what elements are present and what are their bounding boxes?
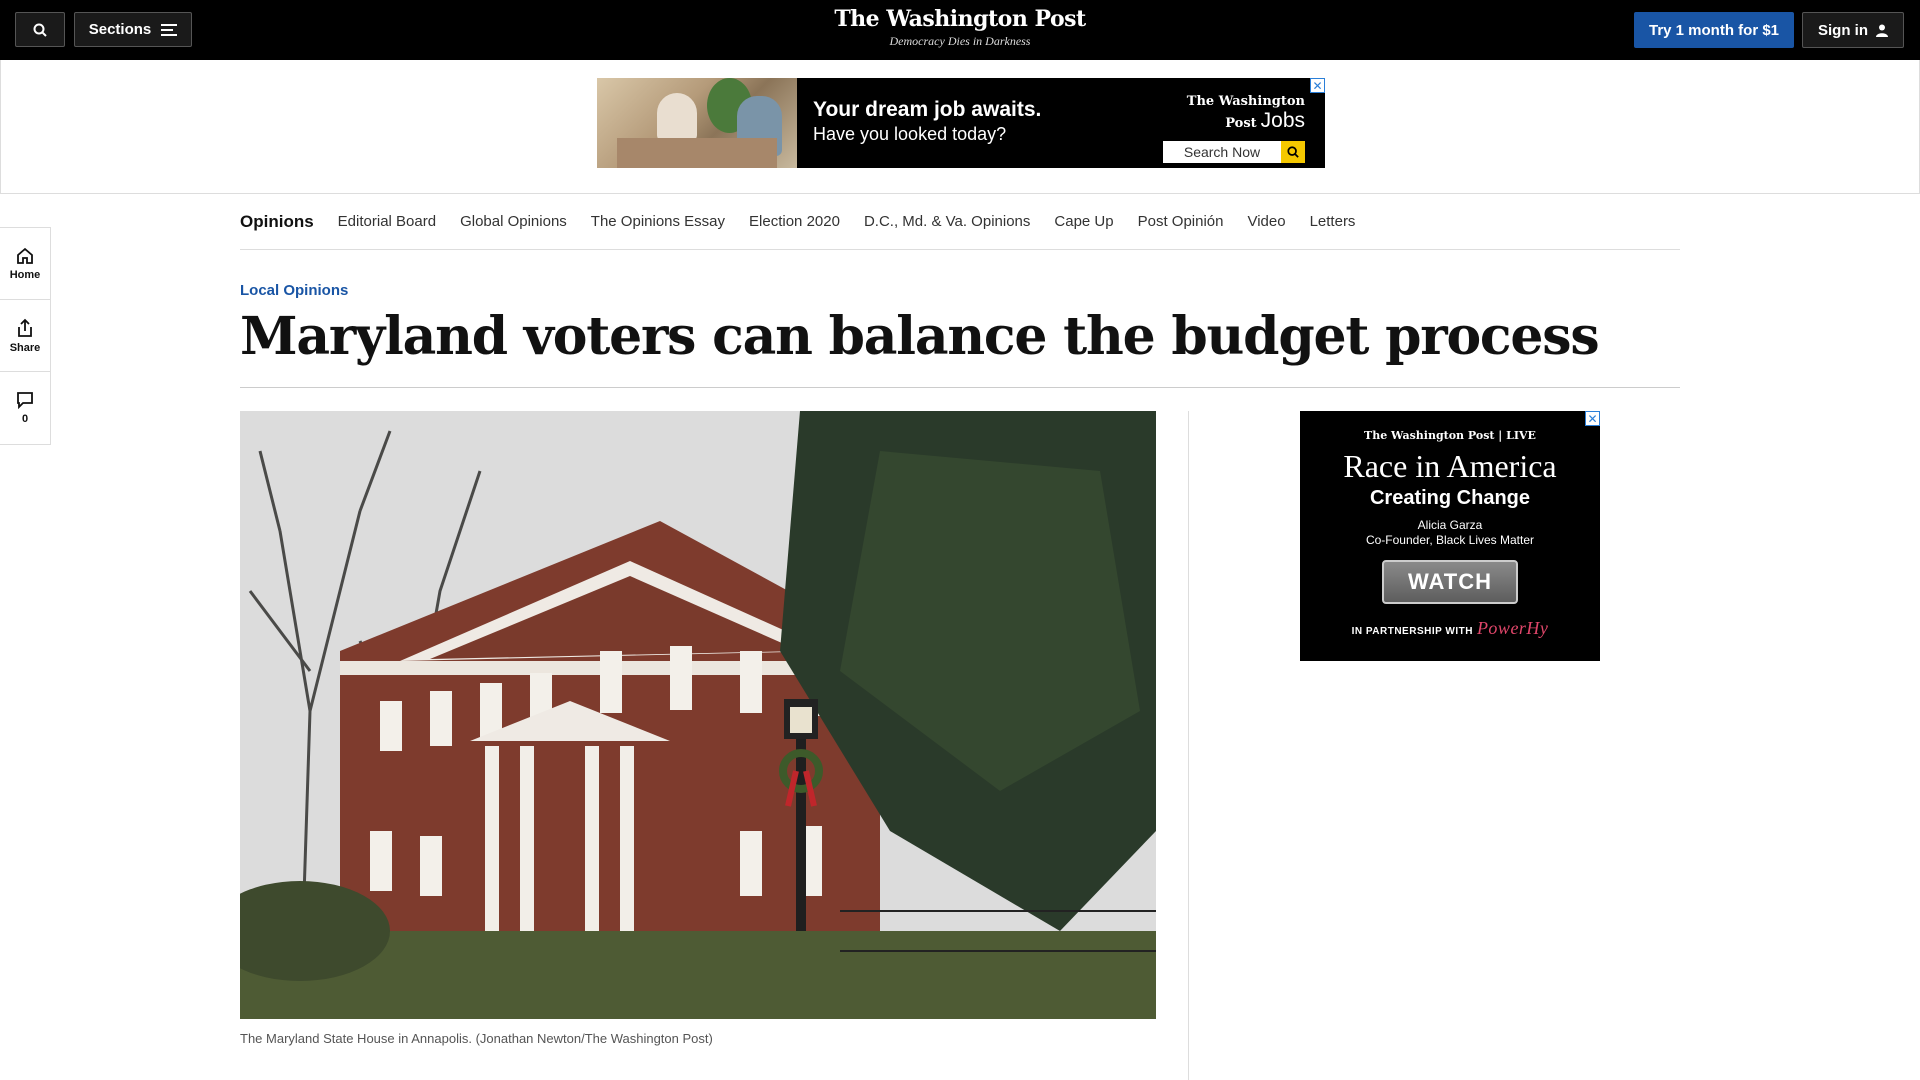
left-rail: Home Share 0 bbox=[0, 227, 51, 445]
nav-item-opinions-essay[interactable]: The Opinions Essay bbox=[591, 213, 725, 230]
side-ad-partner: IN PARTNERSHIP WITH PowerHy bbox=[1351, 618, 1549, 638]
search-icon bbox=[1287, 146, 1299, 158]
ad-banner-area: Your dream job awaits. Have you looked t… bbox=[0, 60, 1920, 194]
nav-item-opinions[interactable]: Opinions bbox=[240, 212, 314, 232]
tagline: Democracy Dies in Darkness bbox=[889, 34, 1031, 48]
side-ad-subtitle: Creating Change bbox=[1369, 487, 1531, 509]
lead-photo bbox=[240, 411, 1156, 1019]
sign-in-button[interactable]: Sign in bbox=[1802, 12, 1904, 48]
ad-headline: Your dream job awaits. bbox=[813, 98, 1042, 121]
ad-close-icon[interactable]: ✕ bbox=[1310, 78, 1325, 93]
nav-item-video[interactable]: Video bbox=[1247, 213, 1285, 230]
home-button[interactable]: Home bbox=[0, 228, 50, 300]
article-headline: Maryland voters can balance the budget p… bbox=[240, 306, 1600, 367]
home-label: Home bbox=[9, 268, 41, 281]
masthead: Sections The Washington Post Democracy D… bbox=[0, 0, 1920, 60]
ad-brand: The Washington Post Jobs bbox=[1186, 94, 1305, 132]
ad-close-icon[interactable]: ✕ bbox=[1585, 411, 1600, 426]
user-icon bbox=[1876, 24, 1888, 37]
ad-text: Your dream job awaits. Have you looked t… bbox=[797, 78, 1125, 168]
menu-icon bbox=[161, 23, 178, 36]
sections-button[interactable]: Sections bbox=[74, 12, 192, 47]
sections-label: Sections bbox=[88, 21, 152, 38]
ad-subline: Have you looked today? bbox=[813, 124, 1007, 144]
partner-logo: PowerHy bbox=[1476, 618, 1549, 638]
nav-item-post-opinion[interactable]: Post Opinión bbox=[1138, 213, 1224, 230]
state-house-illustration bbox=[240, 411, 1156, 1019]
share-icon bbox=[18, 318, 32, 337]
nav-item-global-opinions[interactable]: Global Opinions bbox=[460, 213, 567, 230]
side-ad-person-name: Alicia Garza bbox=[1417, 518, 1483, 532]
nav-item-election-2020[interactable]: Election 2020 bbox=[749, 213, 840, 230]
side-ad-person-role: Co-Founder, Black Lives Matter bbox=[1365, 533, 1535, 547]
logo[interactable]: The Washington Post Democracy Dies in Da… bbox=[760, 6, 1160, 49]
ad-search[interactable]: Search Now bbox=[1163, 141, 1305, 163]
sign-in-label: Sign in bbox=[1818, 21, 1868, 39]
nav-item-letters[interactable]: Letters bbox=[1310, 213, 1356, 230]
opinions-section-nav: Opinions Editorial Board Global Opinions… bbox=[240, 194, 1680, 250]
comment-icon bbox=[17, 392, 33, 409]
photo-caption: The Maryland State House in Annapolis. (… bbox=[240, 1031, 713, 1046]
race-in-america-ad[interactable]: ✕ The Washington Post | LIVE Race in Ame… bbox=[1300, 411, 1600, 661]
side-ad-title: Race in America bbox=[1343, 448, 1557, 484]
search-icon bbox=[33, 23, 47, 37]
ad-photo bbox=[597, 78, 797, 168]
ad-search-go[interactable] bbox=[1281, 141, 1305, 163]
nav-item-local-opinions[interactable]: D.C., Md. & Va. Opinions bbox=[864, 213, 1030, 230]
share-button[interactable]: Share bbox=[0, 300, 50, 372]
nav-item-editorial-board[interactable]: Editorial Board bbox=[338, 213, 436, 230]
side-ad-brand: The Washington Post | LIVE bbox=[1364, 429, 1536, 442]
jobs-ad[interactable]: Your dream job awaits. Have you looked t… bbox=[597, 78, 1325, 168]
kicker-link[interactable]: Local Opinions bbox=[240, 282, 348, 299]
column-divider bbox=[1188, 411, 1189, 1080]
headline-divider bbox=[240, 387, 1680, 388]
home-icon bbox=[17, 247, 33, 264]
comments-button[interactable]: 0 bbox=[0, 372, 50, 444]
ad-right: The Washington Post Jobs Search Now bbox=[1125, 78, 1325, 168]
comment-count: 0 bbox=[21, 413, 29, 425]
ad-search-label: Search Now bbox=[1163, 141, 1281, 163]
subscribe-button[interactable]: Try 1 month for $1 bbox=[1634, 12, 1794, 48]
share-label: Share bbox=[9, 341, 41, 354]
watch-button[interactable]: WATCH bbox=[1382, 560, 1518, 604]
side-ad-person: Alicia Garza Co-Founder, Black Lives Mat… bbox=[1300, 518, 1600, 548]
search-button[interactable] bbox=[15, 12, 65, 47]
nav-item-cape-up[interactable]: Cape Up bbox=[1054, 213, 1113, 230]
logo-wordmark: The Washington Post bbox=[834, 6, 1086, 32]
